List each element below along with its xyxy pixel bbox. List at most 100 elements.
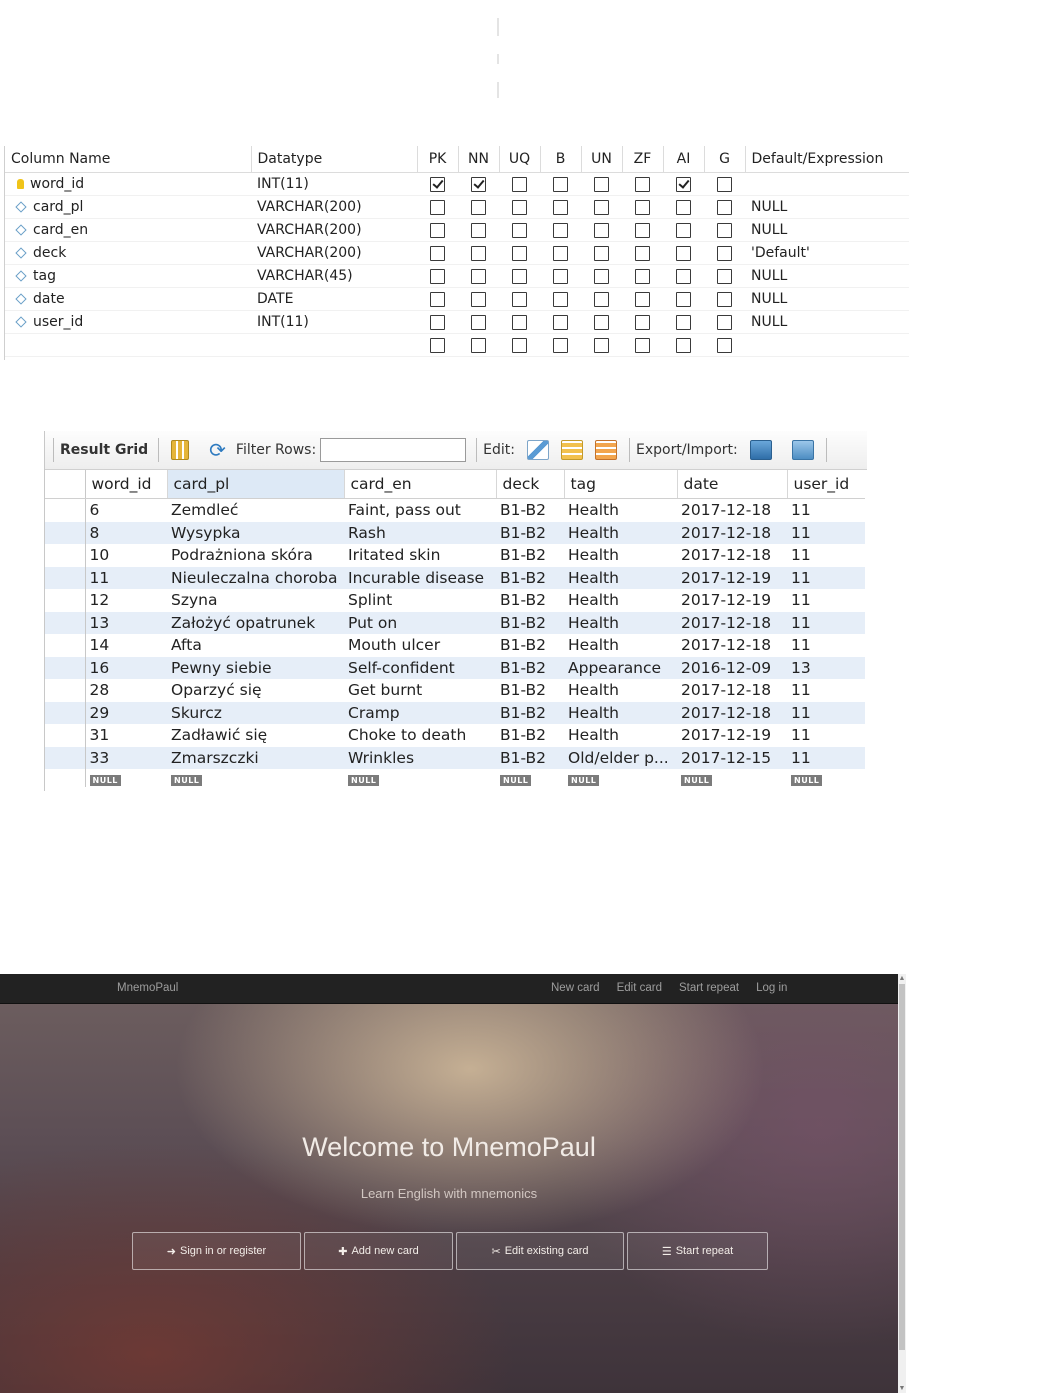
flag-checkbox[interactable] — [594, 245, 609, 261]
flag-checkbox[interactable] — [512, 245, 527, 261]
grid-cell[interactable]: 2017-12-18 — [677, 544, 787, 567]
null-cell[interactable]: NULL — [787, 769, 865, 787]
datatype-cell[interactable]: INT(11) — [251, 172, 417, 196]
flag-checkbox[interactable] — [676, 291, 691, 307]
flag-checkbox[interactable] — [635, 199, 650, 215]
import-icon[interactable] — [791, 440, 814, 460]
grid-cell[interactable]: Old/elder p... — [564, 746, 677, 769]
column-header[interactable]: B — [540, 146, 582, 173]
grid-cell[interactable]: Put on — [344, 611, 496, 634]
table-row[interactable]: 33 Zmarszczki Wrinkles B1-B2 Old/elder p... 2… — [45, 746, 865, 769]
grid-cell[interactable]: 2017-12-18 — [677, 521, 787, 544]
grid-cell[interactable]: 2017-12-18 — [677, 679, 787, 702]
flag-checkbox[interactable] — [635, 291, 650, 307]
nav-start-repeat[interactable]: Start repeat — [679, 982, 739, 994]
grid-cell[interactable]: Cramp — [344, 701, 496, 724]
grid-cell[interactable]: Health — [564, 634, 677, 657]
flag-checkbox[interactable] — [471, 337, 486, 353]
grid-cell[interactable]: 6 — [85, 499, 167, 522]
grid-cell[interactable]: B1-B2 — [496, 679, 564, 702]
grid-column-header[interactable]: user_id — [787, 470, 865, 499]
flag-checkbox[interactable] — [553, 245, 568, 261]
grid-cell[interactable]: Wysypka — [167, 521, 344, 544]
column-name-cell[interactable]: tag — [5, 264, 251, 288]
grid-cell[interactable]: Health — [564, 589, 677, 612]
flag-checkbox[interactable] — [676, 337, 691, 353]
datatype-cell[interactable]: VARCHAR(200) — [251, 241, 417, 265]
grid-column-header[interactable]: deck — [496, 470, 565, 499]
null-cell[interactable]: NULL — [85, 769, 167, 787]
edit-row-icon[interactable] — [527, 440, 549, 460]
flag-checkbox[interactable] — [635, 222, 650, 238]
column-header[interactable]: NN — [458, 146, 500, 173]
flag-checkbox[interactable] — [717, 268, 732, 284]
flag-checkbox[interactable] — [676, 199, 691, 215]
datatype-cell[interactable]: VARCHAR(200) — [251, 195, 417, 219]
flag-checkbox[interactable] — [512, 176, 527, 192]
default-cell[interactable]: NULL — [745, 310, 909, 334]
table-row[interactable]: 29 Skurcz Cramp B1-B2 Health 2017-12-18 11 — [45, 701, 865, 724]
grid-cell[interactable]: Get burnt — [344, 679, 496, 702]
grid-cell[interactable]: 11 — [787, 746, 865, 769]
grid-cell[interactable]: 11 — [787, 679, 865, 702]
grid-cell[interactable]: 11 — [787, 521, 865, 544]
grid-cell[interactable]: 33 — [85, 746, 167, 769]
column-header[interactable]: Column Name — [5, 146, 252, 173]
new-datatype-cell[interactable] — [251, 333, 417, 357]
null-cell[interactable]: NULL — [496, 769, 564, 787]
grid-cell[interactable]: Health — [564, 566, 677, 589]
flag-checkbox[interactable] — [594, 176, 609, 192]
flag-checkbox[interactable] — [430, 245, 445, 261]
form-view-icon[interactable] — [171, 440, 190, 460]
flag-checkbox[interactable] — [512, 199, 527, 215]
flag-checkbox[interactable] — [717, 176, 732, 192]
row-header[interactable] — [45, 544, 86, 567]
column-name-cell[interactable]: card_en — [5, 218, 251, 242]
flag-checkbox[interactable] — [471, 176, 486, 192]
flag-checkbox[interactable] — [594, 314, 609, 330]
row-header[interactable] — [45, 701, 86, 724]
sign-in-button[interactable]: ➜ Sign in or register — [132, 1232, 301, 1270]
default-cell[interactable]: NULL — [745, 287, 909, 311]
grid-cell[interactable]: Health — [564, 724, 677, 747]
flag-checkbox[interactable] — [717, 337, 732, 353]
grid-cell[interactable]: Afta — [167, 634, 344, 657]
table-row[interactable]: 14 Afta Mouth ulcer B1-B2 Health 2017-12-18 11 — [45, 634, 865, 657]
flag-checkbox[interactable] — [430, 222, 445, 238]
default-cell[interactable]: NULL — [745, 264, 909, 288]
row-header[interactable] — [45, 656, 86, 679]
grid-cell[interactable]: Splint — [344, 589, 496, 612]
row-header[interactable] — [45, 724, 86, 747]
grid-cell[interactable]: 2017-12-18 — [677, 634, 787, 657]
grid-cell[interactable]: 11 — [787, 544, 865, 567]
grid-cell[interactable]: 11 — [787, 499, 865, 522]
grid-cell[interactable]: 2016-12-09 — [677, 656, 787, 679]
flag-checkbox[interactable] — [717, 291, 732, 307]
grid-cell[interactable]: 2017-12-19 — [677, 566, 787, 589]
flag-checkbox[interactable] — [430, 199, 445, 215]
default-cell[interactable]: NULL — [745, 218, 909, 242]
column-name-cell[interactable]: deck — [5, 241, 251, 265]
row-header[interactable] — [45, 634, 86, 657]
refresh-icon[interactable]: ⟳ — [209, 438, 226, 462]
grid-cell[interactable]: 2017-12-18 — [677, 701, 787, 724]
grid-cell[interactable]: B1-B2 — [496, 521, 564, 544]
flag-checkbox[interactable] — [635, 176, 650, 192]
column-name-cell[interactable]: word_id — [5, 172, 251, 196]
grid-cell[interactable]: 2017-12-19 — [677, 589, 787, 612]
datatype-cell[interactable]: INT(11) — [251, 310, 417, 334]
flag-checkbox[interactable] — [512, 337, 527, 353]
grid-cell[interactable]: Zemdleć — [167, 499, 344, 522]
grid-cell[interactable]: Faint, pass out — [344, 499, 496, 522]
grid-cell[interactable]: B1-B2 — [496, 634, 564, 657]
grid-cell[interactable]: 28 — [85, 679, 167, 702]
grid-cell[interactable]: 11 — [787, 566, 865, 589]
flag-checkbox[interactable] — [512, 222, 527, 238]
schema-row[interactable]: user_id INT(11) NULL — [5, 310, 909, 334]
new-record-row[interactable]: NULL NULL NULL NULL NULL NULL NULL — [45, 769, 865, 787]
table-row[interactable]: 31 Zadławić się Choke to death B1-B2 Health 2… — [45, 724, 865, 747]
flag-checkbox[interactable] — [471, 222, 486, 238]
grid-cell[interactable]: Wrinkles — [344, 746, 496, 769]
nav-new-card[interactable]: New card — [551, 982, 600, 994]
grid-cell[interactable]: Incurable disease — [344, 566, 496, 589]
